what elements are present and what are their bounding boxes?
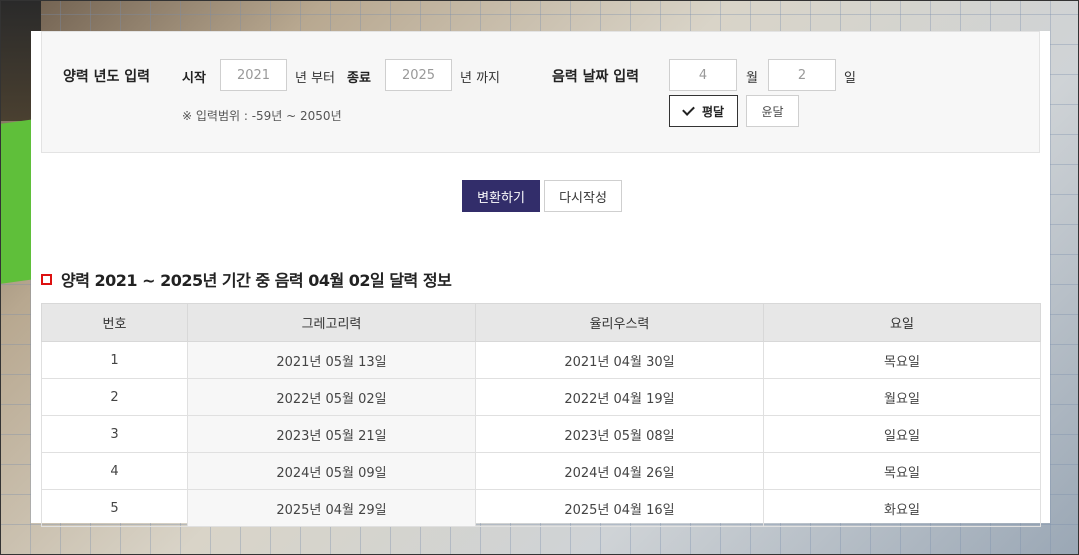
row-number: 3 (41, 415, 188, 453)
table-row: 2 2022년 05월 02일 2022년 04월 19일 월요일 (41, 378, 1041, 416)
lunar-month-input[interactable] (669, 59, 737, 91)
square-bullet-icon (41, 273, 52, 285)
input-form: 양력 년도 입력 시작 년 부터 종료 년 까지 ※ 입력범위 : -59년 ~… (41, 31, 1040, 153)
leap-month-option[interactable]: 윤달 (746, 95, 799, 127)
gregorian-date: 2023년 05월 21일 (187, 415, 476, 453)
end-year-input[interactable] (385, 59, 452, 91)
range-note: ※ 입력범위 : -59년 ~ 2050년 (182, 109, 342, 123)
weekday: 월요일 (763, 378, 1041, 416)
day-suffix: 일 (844, 71, 856, 86)
to-suffix: 년 까지 (460, 71, 501, 86)
julian-date: 2023년 05월 08일 (475, 415, 764, 453)
reset-button[interactable]: 다시작성 (544, 180, 622, 212)
results-title: 양력 2021 ~ 2025년 기간 중 음력 04월 02일 달력 정보 (41, 267, 452, 291)
weekday: 화요일 (763, 489, 1041, 527)
column-header: 요일 (763, 303, 1041, 342)
results-table: 번호 그레고리력 율리우스력 요일 1 2021년 05월 13일 2021년 … (41, 303, 1041, 527)
weekday: 일요일 (763, 415, 1041, 453)
month-suffix: 월 (746, 71, 758, 86)
lunar-date-label: 음력 날짜 입력 (552, 69, 640, 85)
converter-panel: 양력 년도 입력 시작 년 부터 종료 년 까지 ※ 입력범위 : -59년 ~… (31, 31, 1050, 527)
row-number: 4 (41, 452, 188, 490)
julian-date: 2022년 04월 19일 (475, 378, 764, 416)
julian-date: 2025년 04월 16일 (475, 489, 764, 527)
table-row: 4 2024년 05월 09일 2024년 04월 26일 목요일 (41, 452, 1041, 490)
convert-button[interactable]: 변환하기 (462, 180, 540, 212)
column-header: 율리우스력 (475, 303, 764, 342)
normal-month-option[interactable]: 평달 (669, 95, 738, 127)
start-label: 시작 (182, 71, 206, 86)
table-row: 1 2021년 05월 13일 2021년 04월 30일 목요일 (41, 341, 1041, 379)
table-row: 3 2023년 05월 21일 2023년 05월 08일 일요일 (41, 415, 1041, 453)
column-header: 번호 (41, 303, 188, 342)
leap-month-label: 윤달 (761, 104, 784, 119)
weekday: 목요일 (763, 452, 1041, 490)
gregorian-date: 2021년 05월 13일 (187, 341, 476, 379)
start-year-input[interactable] (220, 59, 287, 91)
table-header-row: 번호 그레고리력 율리우스력 요일 (41, 303, 1041, 342)
weekday: 목요일 (763, 341, 1041, 379)
column-header: 그레고리력 (187, 303, 476, 342)
solar-year-label: 양력 년도 입력 (63, 69, 151, 85)
row-number: 1 (41, 341, 188, 379)
from-suffix: 년 부터 (295, 71, 336, 86)
end-label: 종료 (347, 71, 371, 86)
lunar-day-input[interactable] (768, 59, 836, 91)
gregorian-date: 2022년 05월 02일 (187, 378, 476, 416)
normal-month-label: 평달 (701, 104, 725, 119)
check-icon (682, 103, 695, 116)
table-row: 5 2025년 04월 29일 2025년 04월 16일 화요일 (41, 489, 1041, 527)
julian-date: 2021년 04월 30일 (475, 341, 764, 379)
gregorian-date: 2025년 04월 29일 (187, 489, 476, 527)
results-title-text: 양력 2021 ~ 2025년 기간 중 음력 04월 02일 달력 정보 (61, 271, 452, 290)
row-number: 2 (41, 378, 188, 416)
row-number: 5 (41, 489, 188, 527)
julian-date: 2024년 04월 26일 (475, 452, 764, 490)
gregorian-date: 2024년 05월 09일 (187, 452, 476, 490)
